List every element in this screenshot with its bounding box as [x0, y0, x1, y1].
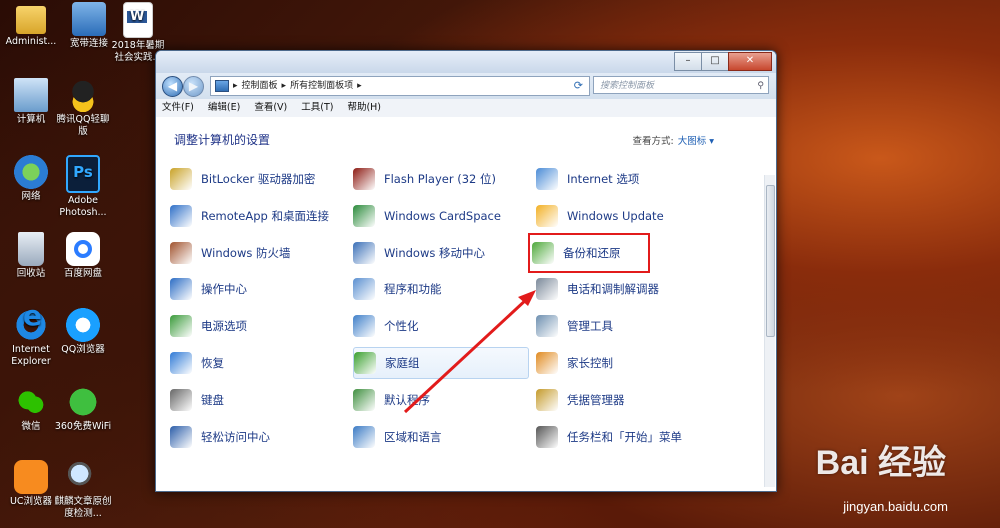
baidu-watermark-url: jingyan.baidu.com	[843, 499, 948, 514]
baidu-watermark-logo: Bai 经验	[815, 444, 946, 482]
